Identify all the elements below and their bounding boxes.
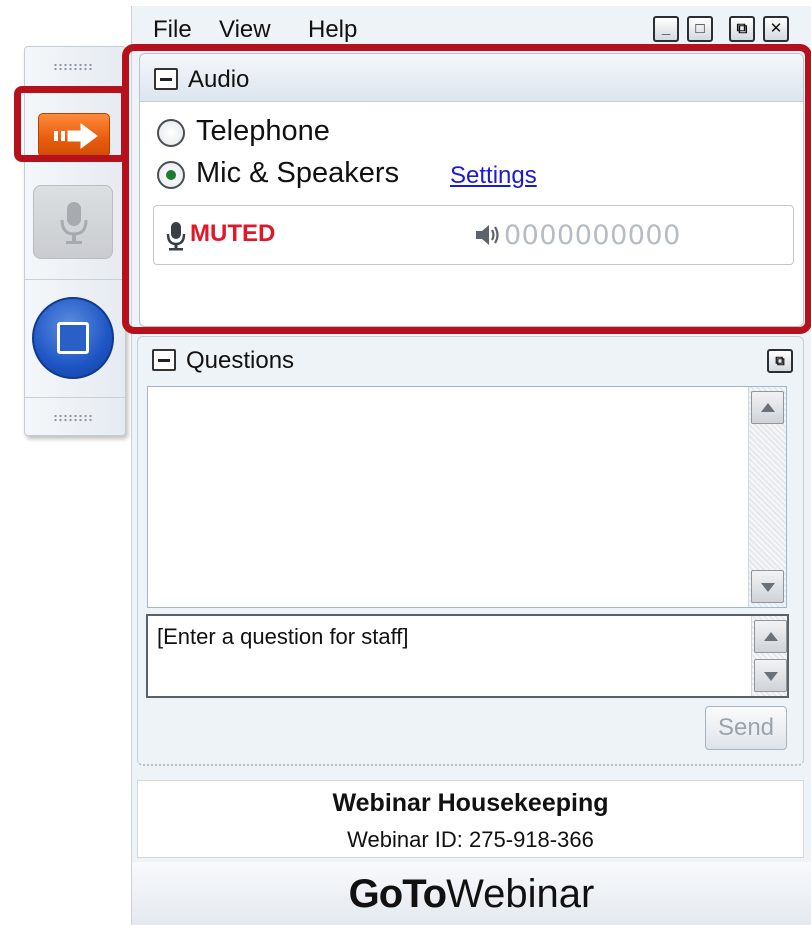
- logo-bold-part: GoTo: [348, 872, 447, 916]
- microphone-icon: [60, 202, 88, 244]
- webinar-info: Webinar Housekeeping Webinar ID: 275-918…: [137, 780, 804, 858]
- input-scroll-up-button[interactable]: [754, 620, 787, 653]
- highlight-frame-toolbar: [14, 86, 128, 162]
- close-button[interactable]: ✕: [763, 16, 789, 42]
- screen-share-button[interactable]: [32, 297, 114, 379]
- questions-panel: Questions ⧉ [Enter a question for staff]…: [137, 336, 804, 766]
- mute-toggle-button[interactable]: [33, 185, 113, 259]
- toolbar-divider: [25, 279, 125, 280]
- screen-share-icon: [57, 322, 89, 354]
- logo-regular-part: Webinar: [446, 872, 595, 916]
- menu-help[interactable]: Help: [308, 16, 357, 44]
- questions-log-scrollbar[interactable]: [748, 387, 786, 607]
- question-input-scrollbar[interactable]: [751, 616, 787, 696]
- popout-icon: ⧉: [775, 353, 785, 368]
- menu-view[interactable]: View: [219, 16, 271, 44]
- toolbar-grip-bottom[interactable]: [25, 397, 125, 437]
- question-input[interactable]: [Enter a question for staff]: [146, 614, 789, 698]
- webinar-title: Webinar Housekeeping: [332, 789, 609, 817]
- scroll-up-button[interactable]: [751, 391, 784, 424]
- menu-bar: File View Help _ □ ⧉ ✕: [132, 6, 811, 48]
- questions-collapse-icon[interactable]: [152, 349, 176, 371]
- questions-panel-title: Questions: [186, 347, 295, 374]
- question-input-placeholder: [Enter a question for staff]: [157, 624, 409, 649]
- questions-log[interactable]: [147, 386, 787, 608]
- scroll-down-button[interactable]: [751, 570, 784, 603]
- minimize-button[interactable]: _: [653, 16, 679, 42]
- webinar-id: Webinar ID: 275-918-366: [347, 827, 594, 852]
- send-button[interactable]: Send: [705, 706, 787, 750]
- questions-popout-button[interactable]: ⧉: [767, 349, 793, 373]
- highlight-frame-audio: [122, 44, 811, 334]
- questions-panel-header: Questions ⧉: [138, 337, 803, 381]
- maximize-button[interactable]: □: [687, 16, 713, 42]
- popout-window-button[interactable]: ⧉: [729, 16, 755, 42]
- gotowebinar-logo: GoToWebinar: [132, 872, 811, 917]
- brand-footer: GoToWebinar: [132, 862, 811, 925]
- input-scroll-down-button[interactable]: [754, 659, 787, 692]
- menu-file[interactable]: File: [153, 16, 192, 44]
- toolbar-grip-top[interactable]: [25, 47, 125, 87]
